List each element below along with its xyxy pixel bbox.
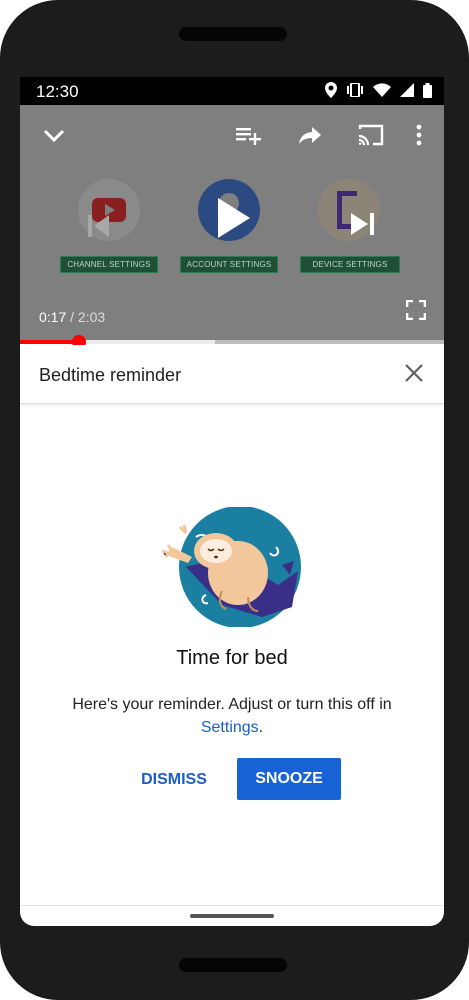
dismiss-button[interactable]: DISMISS: [132, 761, 216, 799]
video-player[interactable]: CHANNEL SETTINGS ACCOUNT SETTINGS DEVICE…: [20, 105, 444, 342]
bottom-speaker: [179, 958, 287, 972]
earpiece-speaker: [179, 27, 287, 41]
battery-icon: [423, 82, 432, 98]
share-icon[interactable]: [298, 123, 322, 147]
previous-video-icon[interactable]: [86, 213, 112, 244]
play-icon[interactable]: [216, 197, 252, 244]
snooze-button[interactable]: SNOOZE: [237, 758, 341, 800]
progress-played: [20, 340, 79, 344]
navigation-divider: [20, 905, 444, 906]
location-icon: [325, 82, 337, 98]
device-settings-label: DEVICE SETTINGS: [300, 256, 400, 273]
video-duration: 2:03: [77, 309, 106, 325]
time-separator: /: [66, 309, 78, 325]
device-screen: 12:30 CHANNEL SETTINGS ACCOUNT SETTINGS …: [20, 77, 444, 926]
reminder-message-end: .: [258, 719, 264, 736]
wifi-icon: [373, 83, 391, 97]
reminder-message-text: Here's your reminder. Adjust or turn thi…: [72, 696, 392, 713]
signal-icon: [400, 83, 414, 97]
status-bar: 12:30: [20, 77, 444, 105]
more-options-icon[interactable]: [415, 123, 423, 147]
close-icon[interactable]: [402, 361, 426, 385]
reminder-headline: Time for bed: [176, 647, 288, 669]
account-settings-label: ACCOUNT SETTINGS: [180, 256, 278, 273]
fullscreen-icon[interactable]: [405, 299, 427, 325]
collapse-chevron-icon[interactable]: [42, 123, 66, 147]
current-time: 0:17: [39, 309, 67, 325]
next-video-icon[interactable]: [349, 212, 377, 241]
sleeping-sloth-illustration: [156, 506, 306, 632]
home-indicator[interactable]: [190, 914, 274, 918]
video-time: 0:17 / 2:03: [39, 309, 105, 325]
status-time: 12:30: [36, 82, 79, 101]
reminder-message: Here's your reminder. Adjust or turn thi…: [50, 693, 414, 739]
status-icons: [325, 82, 432, 98]
sheet-title: Bedtime reminder: [39, 365, 182, 385]
sheet-header: Bedtime reminder: [20, 345, 444, 404]
cast-icon[interactable]: [357, 123, 385, 147]
vibrate-icon: [346, 83, 364, 97]
channel-settings-label: CHANNEL SETTINGS: [60, 256, 158, 273]
settings-link[interactable]: Settings: [201, 719, 259, 736]
add-to-playlist-icon[interactable]: [236, 123, 262, 147]
phone-frame: 12:30 CHANNEL SETTINGS ACCOUNT SETTINGS …: [0, 0, 469, 1000]
